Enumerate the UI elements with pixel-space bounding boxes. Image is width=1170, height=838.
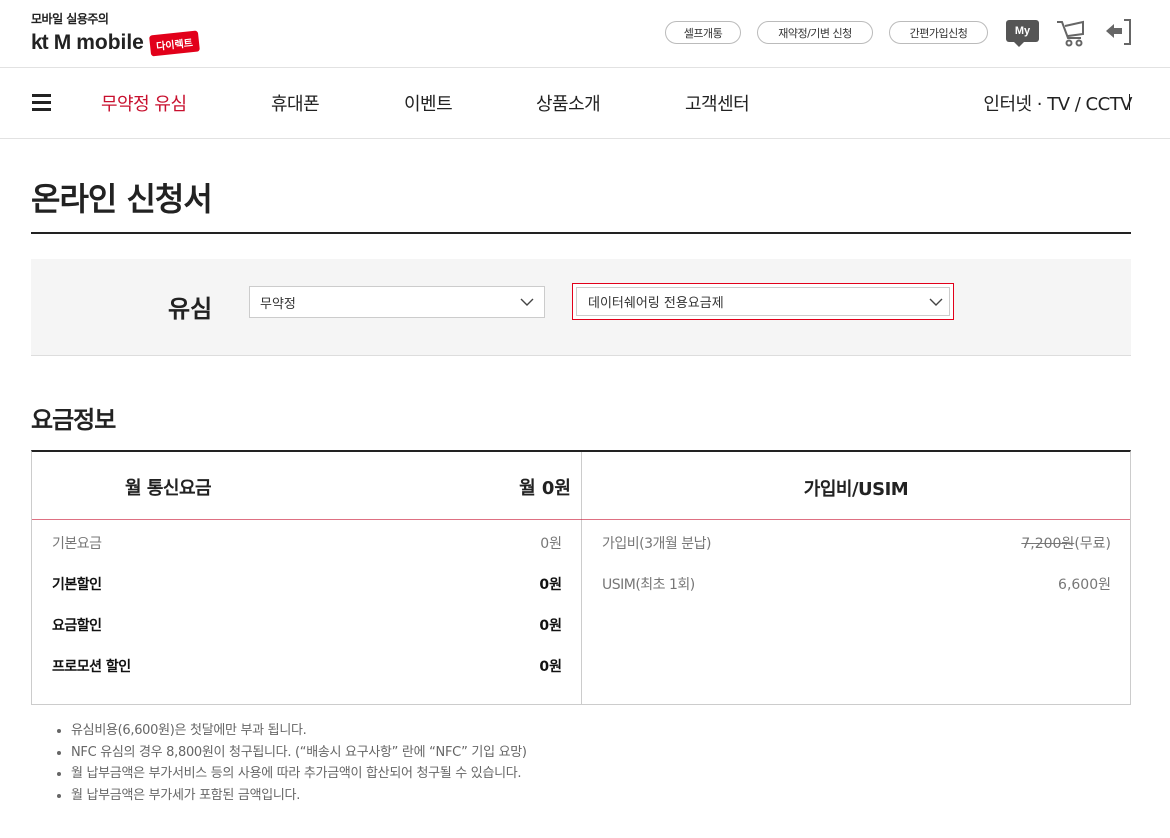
logo-direct-badge: 다이렉트 <box>148 30 200 56</box>
page-title: 온라인 신청서 <box>31 180 213 218</box>
nav-divider <box>1129 94 1130 110</box>
nav-item-internet-tv[interactable]: 인터넷 · TV / CCTV <box>983 90 1132 116</box>
fee-row-label: 요금할인 <box>52 618 102 634</box>
fee-row-label: 프로모션 할인 <box>52 659 131 675</box>
nav-item-support[interactable]: 고객센터 <box>685 90 750 116</box>
list-item: 유심비용(6,600원)은 첫달에만 부과 됩니다. <box>55 720 527 742</box>
cart-icon[interactable] <box>1054 16 1088 50</box>
nav-item-usim[interactable]: 무약정 유심 <box>101 90 187 116</box>
fee-row-value: 0원 <box>540 536 562 552</box>
chevron-down-icon <box>520 298 534 306</box>
recontract-button[interactable]: 재약정/기변 신청 <box>757 21 873 44</box>
fee-row-label: 기본요금 <box>52 536 102 552</box>
fee-row-value: 0원 <box>539 577 562 593</box>
join-fee-title: 가입비/USIM <box>803 479 909 500</box>
monthly-fee-total: 월 0원 <box>519 478 571 499</box>
logout-icon[interactable] <box>1100 16 1134 50</box>
main-nav: 무약정 유심 휴대폰 이벤트 상품소개 고객센터 인터넷 · TV / CCTV <box>0 68 1170 139</box>
plan-value: 데이터쉐어링 전용요금제 <box>588 296 724 311</box>
list-item: 월 납부금액은 부가세가 포함된 금액입니다. <box>55 785 527 807</box>
logo-mobile: mobile <box>76 31 144 54</box>
original-price: 7,200원 <box>1021 536 1075 552</box>
plan-select[interactable]: 데이터쉐어링 전용요금제 <box>572 283 954 320</box>
logo-m: M <box>53 31 72 54</box>
join-row-value: 6,600원 <box>1058 577 1111 593</box>
fee-row-value: 0원 <box>539 618 562 634</box>
nav-item-products[interactable]: 상품소개 <box>536 90 601 116</box>
usim-select-section: 유심 무약정 데이터쉐어링 전용요금제 <box>31 259 1131 356</box>
chevron-down-icon <box>929 298 943 306</box>
fee-notes: 유심비용(6,600원)은 첫달에만 부과 됩니다. NFC 유심의 경우 8,… <box>55 720 527 806</box>
join-row-label: 가입비(3개월 분납) <box>602 536 711 552</box>
logo-kt: kt <box>31 31 49 54</box>
self-activation-button[interactable]: 셀프개통 <box>665 21 741 44</box>
contract-type-value: 무약정 <box>260 296 296 312</box>
join-row-value: 7,200원(무료) <box>932 533 1111 553</box>
join-row-label: USIM(최초 1회) <box>602 577 695 593</box>
nav-item-event[interactable]: 이벤트 <box>404 90 453 116</box>
fee-table: 월 통신요금 월 0원 가입비/USIM 기본요금 0원 기본할인 0원 요금할… <box>31 450 1131 705</box>
my-page-button[interactable]: My <box>1006 20 1039 47</box>
title-divider <box>31 232 1131 234</box>
nav-item-phone[interactable]: 휴대폰 <box>271 90 320 116</box>
contract-type-select[interactable]: 무약정 <box>249 286 545 318</box>
logo-tagline: 모바일 실용주의 <box>31 12 109 26</box>
menu-icon[interactable] <box>32 94 51 111</box>
usim-label: 유심 <box>168 295 213 323</box>
monthly-fee-title: 월 통신요금 <box>125 478 212 499</box>
list-item: NFC 유심의 경우 8,800원이 청구됩니다. (“배송시 요구사항” 란에… <box>55 742 527 764</box>
fee-section-title: 요금정보 <box>31 406 116 434</box>
logo[interactable]: 모바일 실용주의 kt M mobile 다이렉트 <box>31 10 200 56</box>
top-bar: 모바일 실용주의 kt M mobile 다이렉트 셀프개통 재약정/기변 신청… <box>0 0 1170 68</box>
fee-row-value: 0원 <box>539 659 562 675</box>
free-note: (무료) <box>1074 536 1111 552</box>
fee-row-label: 기본할인 <box>52 577 102 593</box>
quick-signup-button[interactable]: 간편가입신청 <box>889 21 988 44</box>
list-item: 월 납부금액은 부가서비스 등의 사용에 따라 추가금액이 합산되어 청구될 수… <box>55 763 527 785</box>
